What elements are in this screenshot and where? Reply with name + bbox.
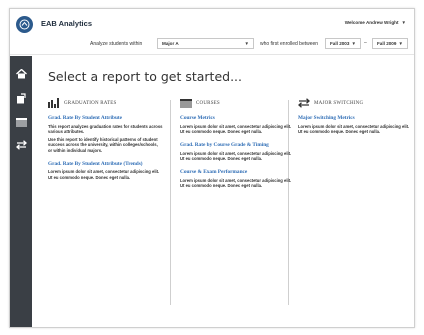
courses-column: COURSES Course Metrics Lorem ipsum dolor… bbox=[180, 97, 295, 196]
report-description: Lorem ipsum dolor sit amet, consectetur … bbox=[180, 150, 292, 161]
term-to-select[interactable]: Fall 2009 ▼ bbox=[372, 38, 408, 49]
report-item: Course Metrics Lorem ipsum dolor sit ame… bbox=[180, 115, 295, 134]
column-header: MAJOR SWITCHING bbox=[298, 97, 413, 109]
column-title: GRADUATION RATES bbox=[64, 100, 117, 106]
user-menu[interactable]: Welcome Andrew Wright ▼ bbox=[345, 20, 406, 25]
graduation-rates-column: GRADUATION RATES Grad. Rate By Student A… bbox=[48, 97, 163, 188]
filter-bar: Analyze students within Major A ▼ who fi… bbox=[10, 38, 414, 50]
chevron-down-icon: ▼ bbox=[244, 41, 249, 46]
report-item: Grad. Rate By Student Attribute (Trends)… bbox=[48, 161, 163, 180]
report-description: Use this report to identify historical p… bbox=[48, 137, 158, 153]
report-link[interactable]: Major Switching Metrics bbox=[298, 115, 413, 122]
range-dash: – bbox=[364, 40, 367, 46]
column-title: MAJOR SWITCHING bbox=[314, 100, 364, 106]
report-item: Course & Exam Performance Lorem ipsum do… bbox=[180, 169, 295, 188]
major-select-value: Major A bbox=[162, 41, 179, 46]
top-bar: EAB Analytics Welcome Andrew Wright ▼ An… bbox=[10, 9, 414, 55]
page-title: Select a report to get started... bbox=[48, 69, 243, 84]
column-divider bbox=[170, 100, 171, 305]
report-link[interactable]: Grad. Rate By Student Attribute (Trends) bbox=[48, 161, 163, 168]
report-description: Lorem ipsum dolor sit amet, consectetur … bbox=[180, 177, 292, 188]
chevron-down-icon: ▼ bbox=[401, 20, 406, 25]
report-link[interactable]: Course Metrics bbox=[180, 115, 295, 122]
column-header: GRADUATION RATES bbox=[48, 97, 163, 109]
report-item: Grad. Rate By Student Attribute This rep… bbox=[48, 115, 163, 153]
bar-chart-icon bbox=[48, 98, 60, 108]
column-header: COURSES bbox=[180, 97, 295, 109]
chevron-down-icon: ▼ bbox=[398, 41, 403, 46]
courses-icon[interactable] bbox=[14, 115, 28, 129]
welcome-text: Welcome Andrew Wright bbox=[344, 20, 399, 25]
report-description: Lorem ipsum dolor sit amet, consectetur … bbox=[48, 169, 160, 180]
switch-arrows-icon[interactable] bbox=[14, 138, 28, 152]
report-link[interactable]: Grad. Rate By Student Attribute bbox=[48, 115, 163, 122]
app-window: EAB Analytics Welcome Andrew Wright ▼ An… bbox=[9, 8, 415, 328]
eab-logo-icon[interactable] bbox=[16, 16, 33, 33]
report-description: This report analyzes graduation rates fo… bbox=[48, 123, 163, 134]
main-content: Select a report to get started... GRADUA… bbox=[32, 56, 414, 327]
report-link[interactable]: Course & Exam Performance bbox=[180, 169, 295, 176]
sidebar bbox=[10, 56, 32, 327]
courses-icon bbox=[180, 98, 192, 108]
report-item: Grad. Rate by Course Grade & Timing Lore… bbox=[180, 142, 295, 161]
report-edit-icon[interactable] bbox=[14, 91, 28, 105]
major-select[interactable]: Major A ▼ bbox=[157, 38, 254, 49]
home-icon[interactable] bbox=[14, 67, 28, 81]
report-item: Major Switching Metrics Lorem ipsum dolo… bbox=[298, 115, 413, 134]
report-description: Lorem ipsum dolor sit amet, consectetur … bbox=[298, 123, 410, 134]
report-description: Lorem ipsum dolor sit amet, consectetur … bbox=[180, 123, 292, 134]
report-link[interactable]: Grad. Rate by Course Grade & Timing bbox=[180, 142, 295, 149]
term-to-value: Fall 2009 bbox=[377, 41, 397, 46]
chevron-down-icon: ▼ bbox=[351, 41, 356, 46]
switch-arrows-icon bbox=[298, 98, 310, 108]
term-from-select[interactable]: Fall 2003 ▼ bbox=[325, 38, 361, 49]
major-switching-column: MAJOR SWITCHING Major Switching Metrics … bbox=[298, 97, 413, 142]
term-from-value: Fall 2003 bbox=[330, 41, 350, 46]
app-title: EAB Analytics bbox=[41, 19, 92, 28]
analyze-label: Analyze students within bbox=[90, 41, 143, 47]
column-title: COURSES bbox=[196, 100, 220, 106]
enrolled-label: who first enrolled between bbox=[260, 41, 319, 47]
